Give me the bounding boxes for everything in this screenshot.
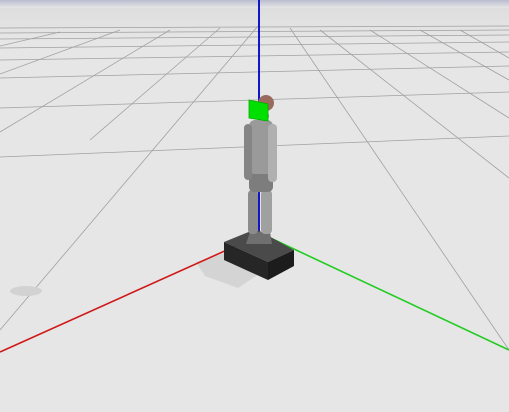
grid-line <box>459 29 509 59</box>
grid-line <box>0 65 509 79</box>
grid-line <box>0 25 509 29</box>
shadow <box>10 286 42 296</box>
robot-leg-right <box>261 190 272 234</box>
grid-line <box>0 41 509 49</box>
grid-line <box>0 29 121 75</box>
robot-arm-right <box>268 124 277 182</box>
grid-line <box>89 27 221 141</box>
grid-line <box>419 29 509 81</box>
grid-line <box>289 27 509 351</box>
y-axis <box>261 233 509 351</box>
grid-line <box>0 25 259 331</box>
green-marker[interactable] <box>248 99 269 122</box>
grid-line <box>0 51 509 61</box>
robot-leg-left <box>248 190 258 234</box>
3d-viewport[interactable] <box>0 0 509 412</box>
scene-canvas[interactable] <box>0 0 509 412</box>
grid-line <box>0 29 171 133</box>
robot-arm-left <box>244 124 252 180</box>
